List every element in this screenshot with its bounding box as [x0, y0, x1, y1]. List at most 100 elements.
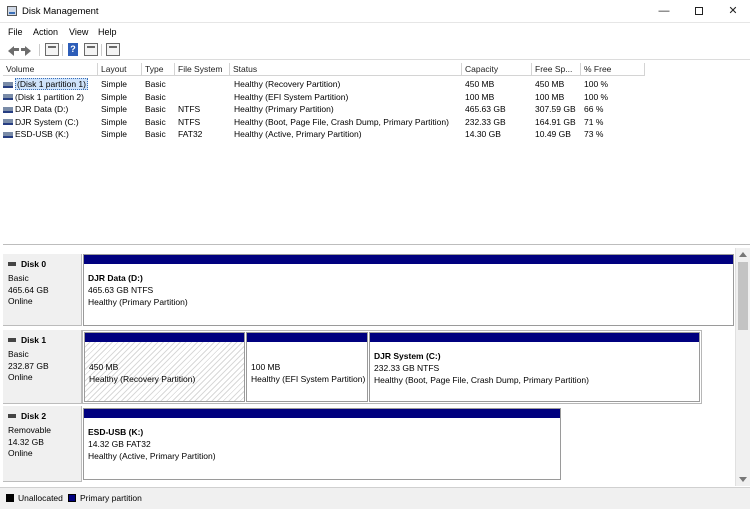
volume-status: Healthy (Primary Partition) — [234, 104, 334, 114]
volume-file-system: NTFS — [178, 104, 201, 114]
primary-partition-bar — [84, 255, 733, 264]
volume-capacity: 465.63 GB — [465, 104, 506, 114]
column-percent-free[interactable]: % Free — [581, 63, 645, 76]
menu-help[interactable]: Help — [98, 27, 117, 37]
volume-layout: Simple — [101, 79, 127, 89]
volume-row[interactable]: DJR System (C:) Simple Basic NTFS Healthy (B… — [3, 116, 663, 129]
disk-pane: Disk 0 Basic 465.64 GB Online DJR Data (… — [0, 248, 735, 486]
menu-action[interactable]: Action — [33, 27, 58, 37]
column-capacity[interactable]: Capacity — [462, 63, 532, 76]
primary-partition-bar — [84, 409, 560, 418]
primary-partition-bar — [247, 333, 367, 342]
legend-primary-partition: Primary partition — [68, 493, 142, 503]
disk-1-label[interactable]: Disk 1 Basic 232.87 GB Online — [3, 330, 82, 404]
volume-name: ESD-USB (K:) — [3, 128, 98, 140]
disk-name: Disk 2 — [21, 411, 47, 421]
primary-partition-bar — [85, 333, 244, 342]
volume-type: Basic — [145, 116, 166, 127]
volume-name-text: DJR Data (D:) — [15, 104, 69, 114]
volume-type: Basic — [145, 79, 166, 89]
column-free-space[interactable]: Free Sp... — [532, 63, 581, 76]
help-icon[interactable]: ? — [68, 43, 78, 56]
view-icon[interactable] — [84, 43, 98, 56]
maximize-icon — [695, 7, 703, 16]
disk-type: Basic — [8, 349, 29, 359]
volume-capacity: 232.33 GB — [465, 116, 506, 127]
maximize-button[interactable] — [682, 0, 716, 23]
volume-name: DJR System (C:) — [3, 116, 98, 128]
disk-size: 14.32 GB — [8, 436, 44, 447]
partition-recovery[interactable]: 450 MB Healthy (Recovery Partition) — [84, 332, 245, 402]
volume-free-space: 164.91 GB — [535, 116, 576, 127]
volume-percent-free: 100 % — [584, 91, 609, 102]
disk-state: Online — [8, 296, 33, 306]
disk-icon — [8, 262, 16, 266]
disk-pane-scrollbar[interactable] — [735, 248, 750, 486]
column-volume[interactable]: Volume — [3, 63, 98, 76]
volume-file-system: FAT32 — [178, 129, 203, 139]
volume-layout: Simple — [101, 104, 127, 114]
minimize-button[interactable]: — — [647, 0, 681, 23]
partition-esd-usb[interactable]: ESD-USB (K:) 14.32 GB FAT32 Healthy (Act… — [83, 408, 561, 480]
volume-icon — [3, 106, 13, 113]
partition-efi-system[interactable]: 100 MB Healthy (EFI System Partition) — [246, 332, 368, 402]
scroll-down-icon[interactable] — [739, 477, 747, 482]
column-status[interactable]: Status — [230, 63, 462, 76]
column-type[interactable]: Type — [142, 63, 175, 76]
disk-management-icon — [7, 6, 17, 16]
back-icon[interactable] — [5, 43, 19, 56]
volume-percent-free: 73 % — [584, 129, 604, 139]
properties-icon[interactable] — [45, 43, 59, 56]
column-file-system[interactable]: File System — [175, 63, 230, 76]
window-title: Disk Management — [22, 6, 99, 17]
disk-state: Online — [8, 372, 33, 382]
volume-list[interactable]: Volume Layout Type File System Status Ca… — [3, 63, 750, 245]
volume-layout: Simple — [101, 116, 127, 127]
disk-state: Online — [8, 448, 33, 458]
volume-name-text: (Disk 1 partition 1) — [15, 78, 88, 90]
scroll-up-icon[interactable] — [739, 252, 747, 257]
volume-layout: Simple — [101, 91, 127, 102]
volume-name: DJR Data (D:) — [3, 103, 98, 115]
partition-size: 14.32 GB FAT32 — [88, 439, 151, 449]
disk-2-label[interactable]: Disk 2 Removable 14.32 GB Online — [3, 406, 82, 482]
legend-swatch — [6, 494, 14, 502]
partition-djr-system[interactable]: DJR System (C:) 232.33 GB NTFS Healthy (… — [369, 332, 700, 402]
volume-icon — [3, 131, 13, 138]
legend-label: Primary partition — [80, 493, 142, 503]
volume-status: Healthy (Active, Primary Partition) — [234, 129, 362, 139]
menu-file[interactable]: File — [8, 27, 23, 37]
disk-name: Disk 0 — [21, 259, 47, 269]
toolbar-separator — [39, 44, 40, 56]
legend-label: Unallocated — [18, 493, 63, 503]
volume-capacity: 14.30 GB — [465, 129, 501, 139]
volume-row[interactable]: (Disk 1 partition 1) Simple Basic Healthy (… — [3, 78, 663, 91]
rescan-icon[interactable] — [106, 43, 120, 56]
partition-size: 100 MB — [251, 362, 281, 372]
disk-type: Removable — [8, 425, 51, 435]
scroll-thumb[interactable] — [738, 262, 748, 330]
disk-size: 465.64 GB — [8, 284, 49, 295]
partition-djr-data[interactable]: DJR Data (D:) 465.63 GB NTFS Healthy (Pr… — [83, 254, 734, 326]
volume-percent-free: 71 % — [584, 116, 604, 127]
volume-free-space: 307.59 GB — [535, 104, 576, 114]
volume-name-text: (Disk 1 partition 2) — [15, 91, 84, 102]
volume-row[interactable]: DJR Data (D:) Simple Basic NTFS Healthy (Pri… — [3, 103, 663, 116]
column-layout[interactable]: Layout — [98, 63, 142, 76]
partition-size: 232.33 GB NTFS — [374, 363, 440, 373]
volume-file-system: NTFS — [178, 116, 201, 127]
partition-status: Healthy (Active, Primary Partition) — [88, 451, 216, 461]
close-button[interactable]: ✕ — [716, 0, 750, 23]
menu-view[interactable]: View — [69, 27, 88, 37]
disk-name: Disk 1 — [21, 335, 47, 345]
legend-swatch — [68, 494, 76, 502]
volume-row[interactable]: ESD-USB (K:) Simple Basic FAT32 Healthy (Act… — [3, 128, 663, 141]
forward-icon[interactable] — [20, 43, 34, 56]
partition-size: 465.63 GB NTFS — [88, 285, 154, 295]
partition-status: Healthy (Recovery Partition) — [89, 374, 196, 384]
volume-row[interactable]: (Disk 1 partition 2) Simple Basic Healthy (… — [3, 91, 663, 104]
disk-0-label[interactable]: Disk 0 Basic 465.64 GB Online — [3, 254, 82, 326]
volume-name-text: ESD-USB (K:) — [15, 129, 69, 139]
title-bar: Disk Management — ✕ — [0, 0, 750, 23]
disk-size: 232.87 GB — [8, 360, 49, 371]
